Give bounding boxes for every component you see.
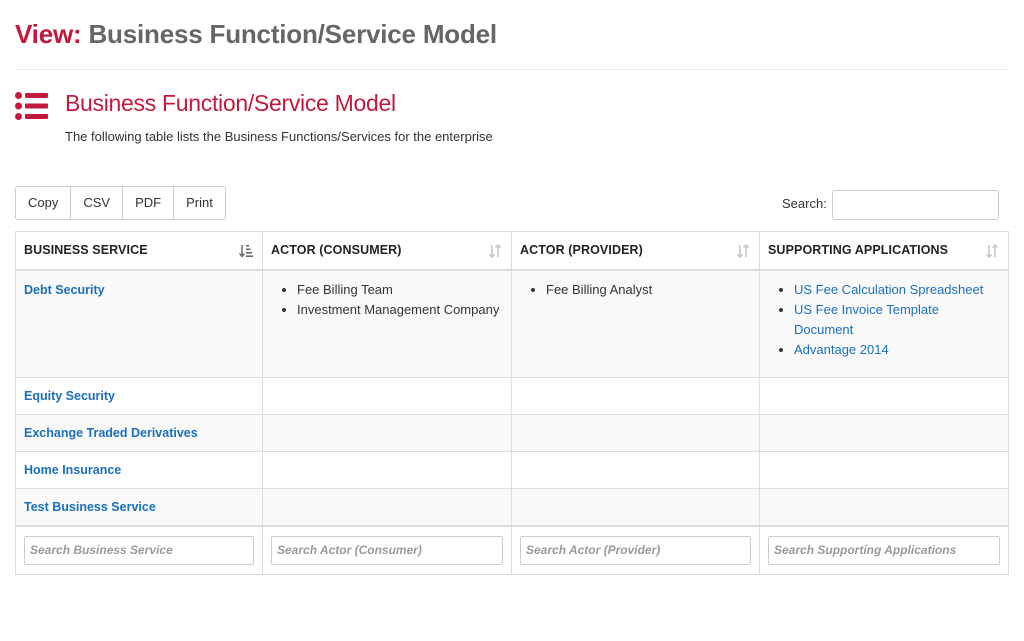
column-header-label: ACTOR (PROVIDER)	[520, 243, 643, 258]
application-link[interactable]: US Fee Calculation Spreadsheet	[794, 282, 983, 297]
section-title: Business Function/Service Model	[65, 90, 396, 116]
search-actor-provider-input[interactable]	[520, 535, 751, 565]
table-row: Debt Security Fee Billing Team Investmen…	[15, 269, 1009, 378]
applications-cell	[759, 488, 1009, 527]
footer-cell	[511, 525, 760, 575]
page: View: Business Function/Service Model Bu…	[0, 0, 1024, 641]
view-header: View: Business Function/Service Model	[15, 16, 1008, 70]
column-header-actor-provider[interactable]: ACTOR (PROVIDER)	[511, 231, 760, 271]
list-item: US Fee Invoice Template Document	[794, 300, 1000, 340]
sortable-icon	[985, 244, 999, 258]
column-header-label: BUSINESS SERVICE	[24, 243, 148, 258]
service-link[interactable]: Equity Security	[24, 389, 115, 403]
service-link[interactable]: Test Business Service	[24, 500, 156, 514]
pdf-button[interactable]: PDF	[123, 187, 175, 219]
applications-list: US Fee Calculation Spreadsheet US Fee In…	[768, 280, 1000, 360]
list-icon	[15, 92, 48, 120]
applications-cell	[759, 451, 1009, 489]
table-row: Home Insurance	[15, 451, 1009, 489]
csv-button[interactable]: CSV	[71, 187, 124, 219]
applications-cell	[759, 377, 1009, 415]
service-cell: Test Business Service	[15, 488, 263, 527]
consumer-list: Fee Billing Team Investment Management C…	[271, 280, 503, 320]
provider-list: Fee Billing Analyst	[520, 280, 751, 300]
section-description: The following table lists the Business F…	[65, 129, 493, 144]
table-row: Equity Security	[15, 377, 1009, 415]
search-label: Search:	[782, 196, 827, 211]
service-cell: Equity Security	[15, 377, 263, 415]
table-footer-row	[15, 525, 1009, 575]
footer-cell	[262, 525, 512, 575]
column-header-supporting-applications[interactable]: SUPPORTING APPLICATIONS	[759, 231, 1009, 271]
provider-cell: Fee Billing Analyst	[511, 269, 760, 378]
application-link[interactable]: US Fee Invoice Template Document	[794, 302, 939, 337]
list-item: Fee Billing Team	[297, 280, 503, 300]
print-button[interactable]: Print	[174, 187, 225, 219]
applications-cell	[759, 414, 1009, 452]
footer-cell	[759, 525, 1009, 575]
copy-button[interactable]: Copy	[16, 187, 72, 219]
search-actor-consumer-input[interactable]	[271, 535, 503, 565]
sorted-ascending-icon	[239, 245, 253, 258]
table-row: Test Business Service	[15, 488, 1009, 527]
search-supporting-applications-input[interactable]	[768, 535, 1000, 565]
list-item: US Fee Calculation Spreadsheet	[794, 280, 1000, 300]
consumer-cell	[262, 377, 512, 415]
consumer-cell	[262, 414, 512, 452]
provider-cell	[511, 488, 760, 527]
footer-cell	[15, 525, 263, 575]
service-link[interactable]: Exchange Traded Derivatives	[24, 426, 198, 440]
consumer-cell	[262, 451, 512, 489]
table-header-row: BUSINESS SERVICE ACTOR (CONSUMER) ACTOR …	[15, 231, 1009, 271]
column-header-business-service[interactable]: BUSINESS SERVICE	[15, 231, 263, 271]
service-link[interactable]: Debt Security	[24, 283, 105, 297]
column-header-label: ACTOR (CONSUMER)	[271, 243, 402, 258]
view-prefix: View:	[15, 19, 82, 49]
sortable-icon	[736, 244, 750, 258]
consumer-cell: Fee Billing Team Investment Management C…	[262, 269, 512, 378]
service-cell: Debt Security	[15, 269, 263, 378]
list-item: Advantage 2014	[794, 340, 1000, 360]
table-row: Exchange Traded Derivatives	[15, 414, 1009, 452]
view-title: View: Business Function/Service Model	[15, 16, 1008, 52]
consumer-cell	[262, 488, 512, 527]
export-button-group: Copy CSV PDF Print	[15, 186, 226, 220]
service-cell: Exchange Traded Derivatives	[15, 414, 263, 452]
provider-cell	[511, 414, 760, 452]
column-header-actor-consumer[interactable]: ACTOR (CONSUMER)	[262, 231, 512, 271]
service-link[interactable]: Home Insurance	[24, 463, 121, 477]
service-cell: Home Insurance	[15, 451, 263, 489]
provider-cell	[511, 451, 760, 489]
services-table: BUSINESS SERVICE ACTOR (CONSUMER) ACTOR …	[15, 231, 1009, 575]
list-item: Fee Billing Analyst	[546, 280, 751, 300]
search-business-service-input[interactable]	[24, 535, 254, 565]
view-name: Business Function/Service Model	[88, 19, 497, 49]
column-header-label: SUPPORTING APPLICATIONS	[768, 243, 949, 258]
search-input[interactable]	[832, 190, 999, 220]
applications-cell: US Fee Calculation Spreadsheet US Fee In…	[759, 269, 1009, 378]
provider-cell	[511, 377, 760, 415]
application-link[interactable]: Advantage 2014	[794, 342, 889, 357]
sortable-icon	[488, 244, 502, 258]
list-item: Investment Management Company	[297, 300, 503, 320]
